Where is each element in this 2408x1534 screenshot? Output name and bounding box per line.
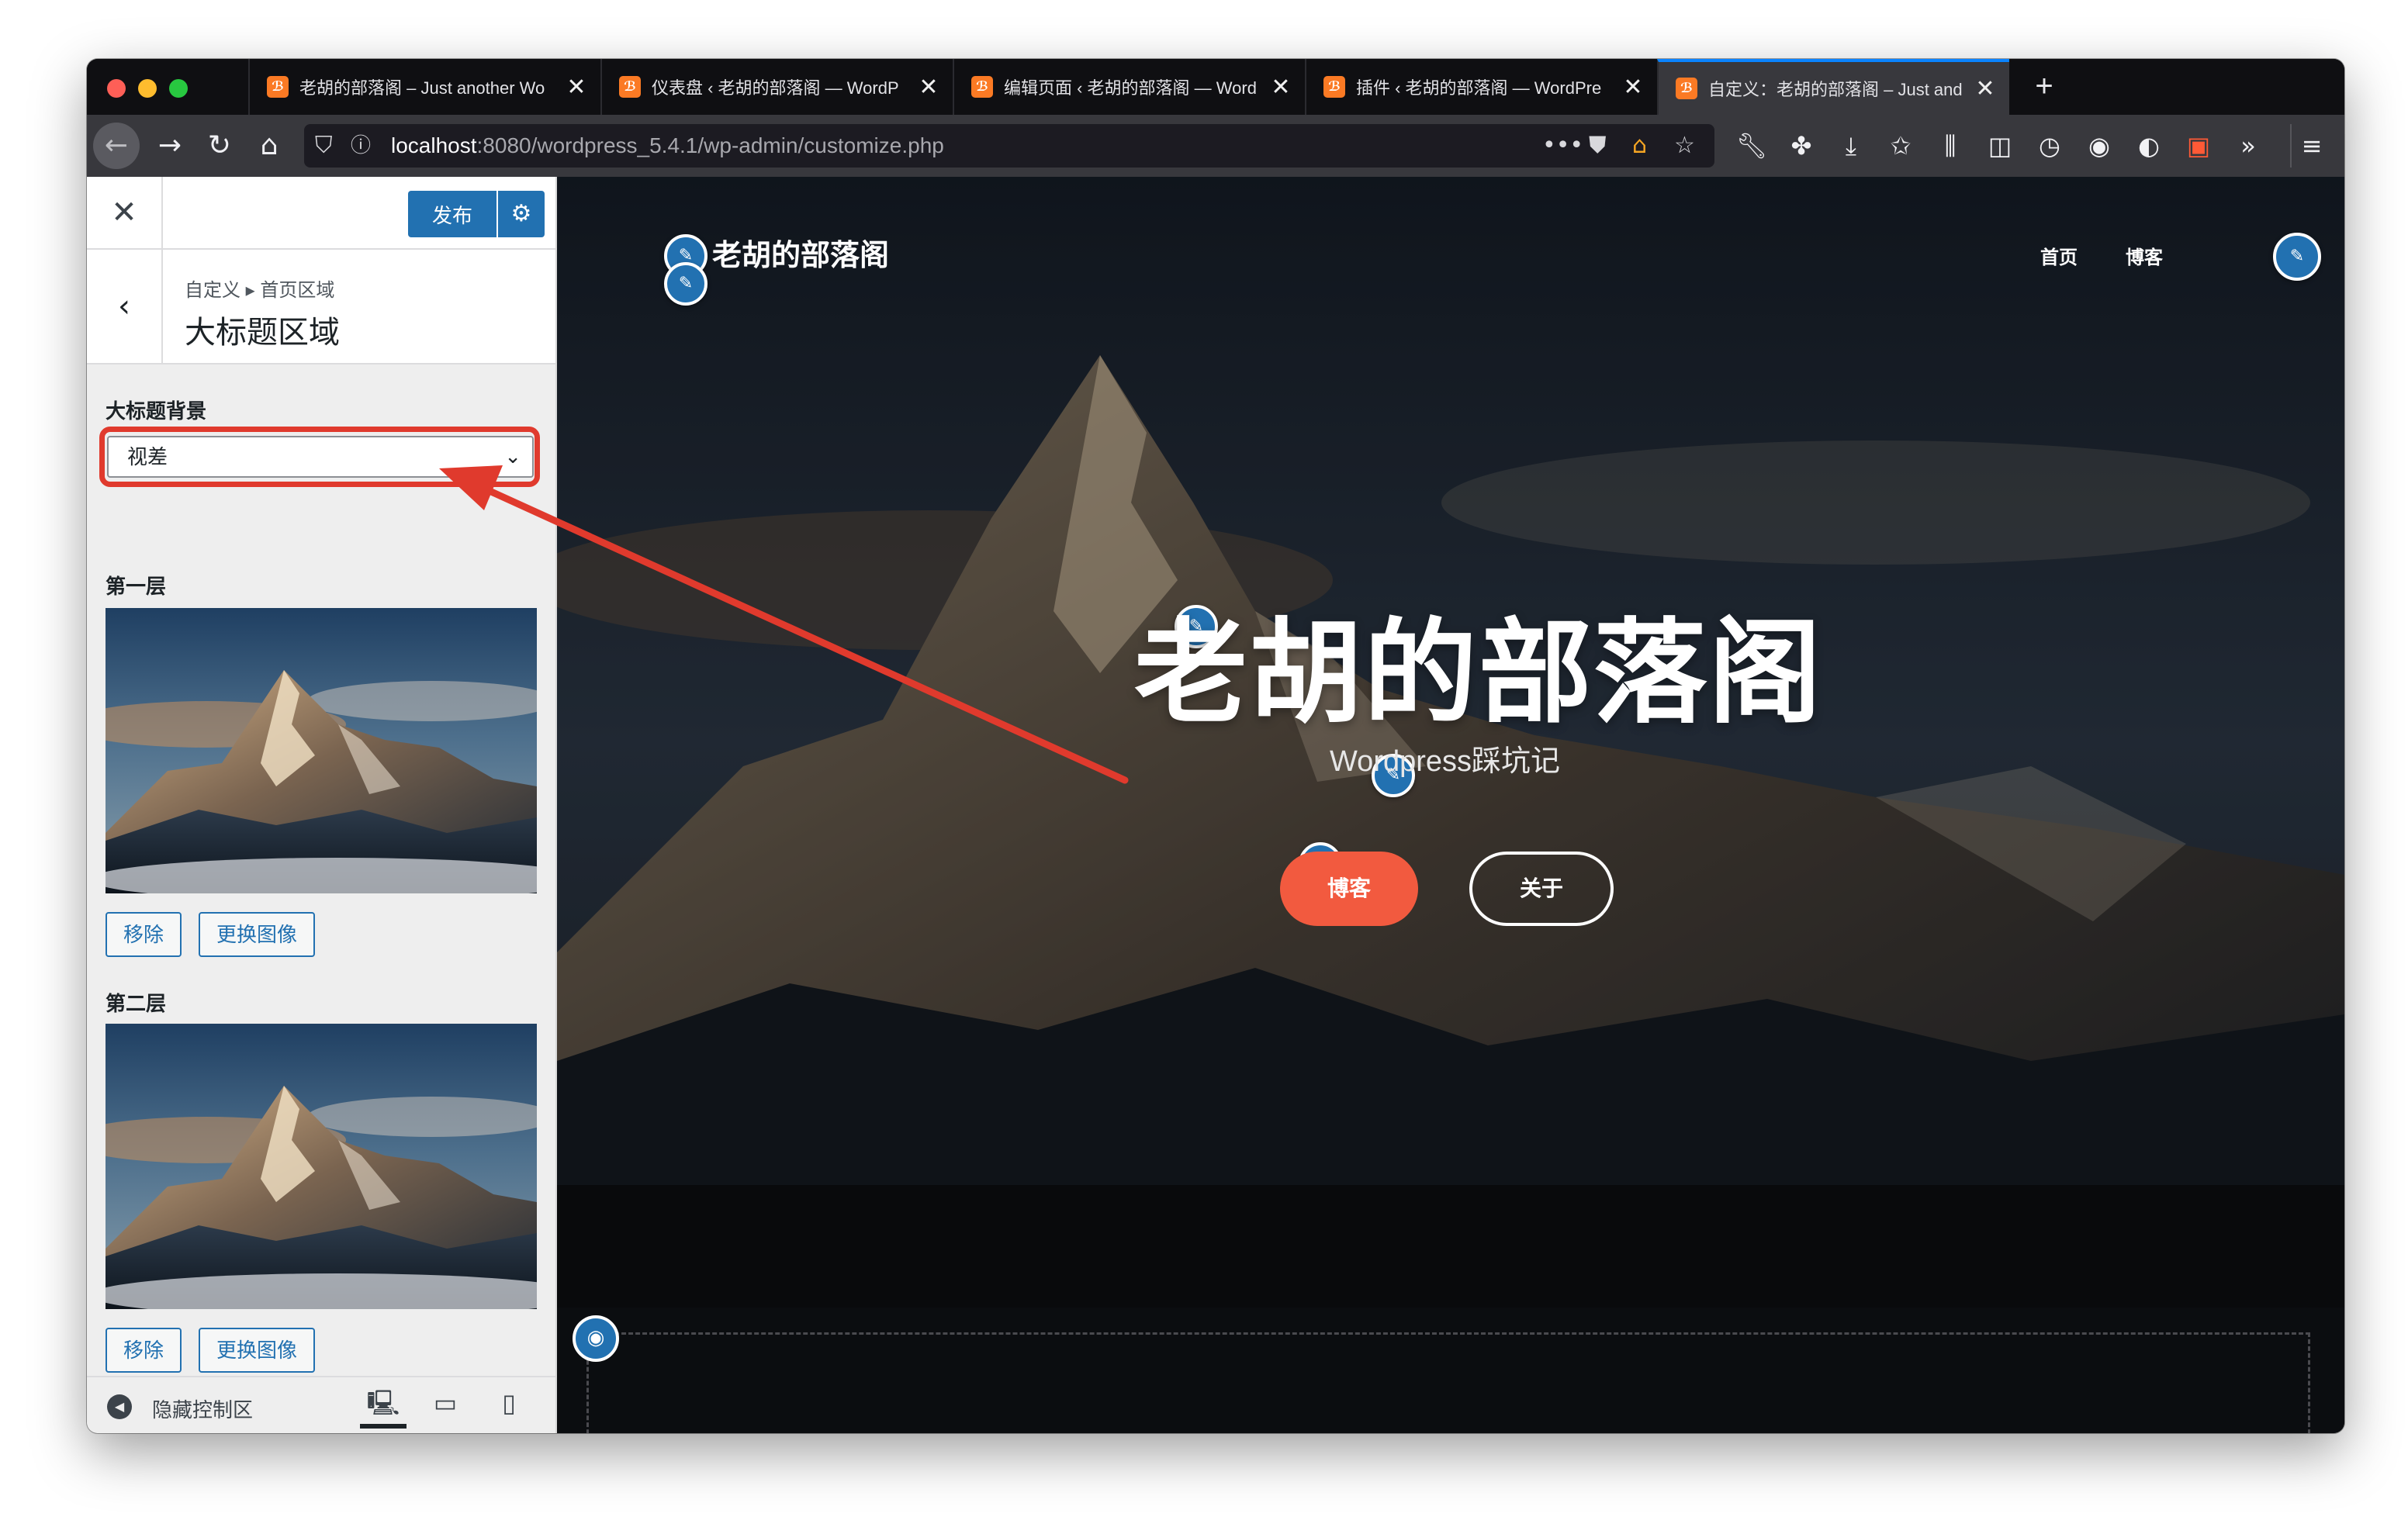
hidden-section-placeholder: [586, 1332, 2310, 1433]
info-icon[interactable]: ⓘ: [351, 124, 371, 168]
url-path: :8080/wordpress_5.4.1/wp-admin/customize…: [476, 133, 944, 157]
layer-2-image: [106, 1024, 537, 1309]
toggle-visibility-eye-icon[interactable]: ◉: [573, 1315, 619, 1362]
layer-1-image: [106, 608, 537, 893]
annotation-highlight-box: [99, 427, 540, 487]
extension-icon[interactable]: ◐: [2129, 124, 2169, 168]
shield-icon[interactable]: ⛉: [315, 124, 333, 168]
hero-about-button[interactable]: 关于: [1469, 852, 1614, 926]
tab-home[interactable]: ℬ 老胡的部落阁 – Just another Wo ✕: [248, 59, 600, 115]
change-layer-1-image-button[interactable]: 更换图像: [199, 912, 315, 957]
menu-icon[interactable]: ≡: [2290, 124, 2332, 168]
xampp-favicon-icon: ℬ: [1676, 78, 1697, 99]
tab-close-icon[interactable]: ✕: [1621, 74, 1645, 101]
sidebar-icon[interactable]: ◫: [1980, 124, 2020, 168]
overflow-icon[interactable]: »: [2228, 124, 2268, 168]
hero-section: ✎ ✎ 老胡的部落阁 首页 博客 ✎ ✎ 老胡的部落阁 ✎ Wordpress踩…: [557, 177, 2344, 1308]
new-tab-icon[interactable]: +: [2025, 67, 2064, 105]
hero-blog-button[interactable]: 博客: [1280, 852, 1418, 926]
url-bar[interactable]: ⛉ ⓘ localhost:8080/wordpress_5.4.1/wp-ad…: [304, 124, 1714, 168]
site-title[interactable]: 老胡的部落阁: [712, 231, 889, 274]
customizer-footer: ◀ 隐藏控制区 🖳 ▭ ▯: [87, 1376, 555, 1433]
breadcrumb: 自定义 ▸ 首页区域: [185, 280, 335, 301]
mobile-preview-icon[interactable]: ▯: [486, 1384, 532, 1429]
tab-title: 仪表盘 ‹ 老胡的部落阁 — WordP: [652, 78, 899, 98]
url-text[interactable]: localhost:8080/wordpress_5.4.1/wp-admin/…: [391, 124, 944, 168]
tab-dashboard[interactable]: ℬ 仪表盘 ‹ 老胡的部落阁 — WordP ✕: [600, 59, 953, 115]
remove-layer-1-button[interactable]: 移除: [106, 912, 182, 957]
browser-window: ℬ 老胡的部落阁 – Just another Wo ✕ ℬ 仪表盘 ‹ 老胡的…: [87, 59, 2344, 1433]
tab-plugins[interactable]: ℬ 插件 ‹ 老胡的部落阁 — WordPre ✕: [1305, 59, 1657, 115]
desktop-preview-icon[interactable]: 🖳: [360, 1384, 407, 1429]
tab-title: 自定义：老胡的部落阁 – Just and: [1708, 80, 1963, 99]
menu-link-blog[interactable]: 博客: [2126, 242, 2163, 269]
customizer-sidebar: ✕ 发布 ⚙ ‹ 自定义 ▸ 首页区域 大标题区域 大标题背景 视差 ⌄ 第一层…: [87, 177, 557, 1433]
bookmark-star-icon[interactable]: ☆: [1674, 124, 1695, 168]
minimize-window-button[interactable]: [138, 79, 157, 98]
section-title: 大标题区域: [185, 316, 340, 350]
site-preview: ✎ ✎ 老胡的部落阁 首页 博客 ✎ ✎ 老胡的部落阁 ✎ Wordpress踩…: [557, 177, 2344, 1433]
back-arrow-icon[interactable]: ‹: [87, 250, 163, 363]
history-icon[interactable]: ◷: [2029, 124, 2070, 168]
star-icon[interactable]: ✩: [1880, 124, 1921, 168]
hero-background-label: 大标题背景: [106, 399, 207, 423]
xampp-favicon-icon: ℬ: [619, 76, 641, 98]
puzzle-icon[interactable]: ✤: [1781, 124, 1822, 168]
section-header: ‹ 自定义 ▸ 首页区域 大标题区域: [87, 250, 555, 364]
hero-title: 老胡的部落阁: [1134, 610, 1823, 736]
reload-icon[interactable]: ↻: [197, 124, 242, 168]
account-icon[interactable]: ◉: [2079, 124, 2119, 168]
edit-logo-pencil-icon[interactable]: ✎: [664, 262, 708, 306]
home-icon[interactable]: ⌂: [247, 124, 292, 168]
tab-edit-page[interactable]: ℬ 编辑页面 ‹ 老胡的部落阁 — Word ✕: [953, 59, 1305, 115]
tablet-preview-icon[interactable]: ▭: [422, 1384, 469, 1429]
tab-title: 编辑页面 ‹ 老胡的部落阁 — Word: [1004, 78, 1257, 98]
page-actions-icon[interactable]: •••: [1542, 124, 1583, 168]
publish-button[interactable]: 发布: [408, 191, 496, 237]
tab-close-icon[interactable]: ✕: [1269, 74, 1292, 101]
tab-title: 老胡的部落阁 – Just another Wo: [299, 78, 545, 98]
change-layer-2-image-button[interactable]: 更换图像: [199, 1328, 315, 1373]
translate-icon[interactable]: ▣: [2178, 124, 2219, 168]
layer-2-label: 第二层: [106, 992, 167, 1015]
xampp-favicon-icon: ℬ: [267, 76, 289, 98]
nav-bar: ← → ↻ ⌂ ⛉ ⓘ localhost:8080/wordpress_5.4…: [87, 115, 2344, 178]
extension-home-icon[interactable]: ⌂: [1632, 124, 1647, 168]
tab-customize[interactable]: ℬ 自定义：老胡的部落阁 – Just and ✕: [1657, 59, 2009, 115]
tabs: ℬ 老胡的部落阁 – Just another Wo ✕ ℬ 仪表盘 ‹ 老胡的…: [248, 59, 2009, 115]
url-host: localhost: [391, 133, 477, 157]
pocket-icon[interactable]: ⛊: [1589, 124, 1607, 168]
tab-close-icon[interactable]: ✕: [917, 74, 940, 101]
collapse-icon[interactable]: ◀: [107, 1394, 132, 1419]
menu-link-home[interactable]: 首页: [2040, 242, 2078, 269]
close-window-button[interactable]: [107, 79, 126, 98]
remove-layer-2-button[interactable]: 移除: [106, 1328, 182, 1373]
close-customizer-icon[interactable]: ✕: [87, 177, 163, 248]
edit-menu-pencil-icon[interactable]: ✎: [2273, 233, 2321, 281]
back-icon[interactable]: ←: [93, 123, 140, 169]
xampp-favicon-icon: ℬ: [1323, 76, 1345, 98]
forward-icon[interactable]: →: [147, 124, 192, 168]
customizer-header: ✕ 发布 ⚙: [87, 177, 555, 250]
tab-close-icon[interactable]: ✕: [565, 74, 588, 101]
hero-tagline: Wordpress踩坑记: [1330, 745, 1561, 778]
tab-title: 插件 ‹ 老胡的部落阁 — WordPre: [1356, 78, 1602, 98]
publish-settings-gear-icon[interactable]: ⚙: [498, 191, 545, 237]
download-icon[interactable]: ⤓: [1831, 124, 1871, 168]
hide-controls-button[interactable]: 隐藏控制区: [152, 1394, 253, 1423]
library-icon[interactable]: ⫼: [1930, 124, 1970, 168]
tab-bar: ℬ 老胡的部落阁 – Just another Wo ✕ ℬ 仪表盘 ‹ 老胡的…: [87, 59, 2344, 115]
tab-close-icon[interactable]: ✕: [1974, 75, 1997, 102]
wrench-icon[interactable]: 🔧︎: [1732, 124, 1772, 168]
xampp-favicon-icon: ℬ: [971, 76, 993, 98]
zoom-window-button[interactable]: [169, 79, 188, 98]
layer-1-label: 第一层: [106, 575, 167, 598]
